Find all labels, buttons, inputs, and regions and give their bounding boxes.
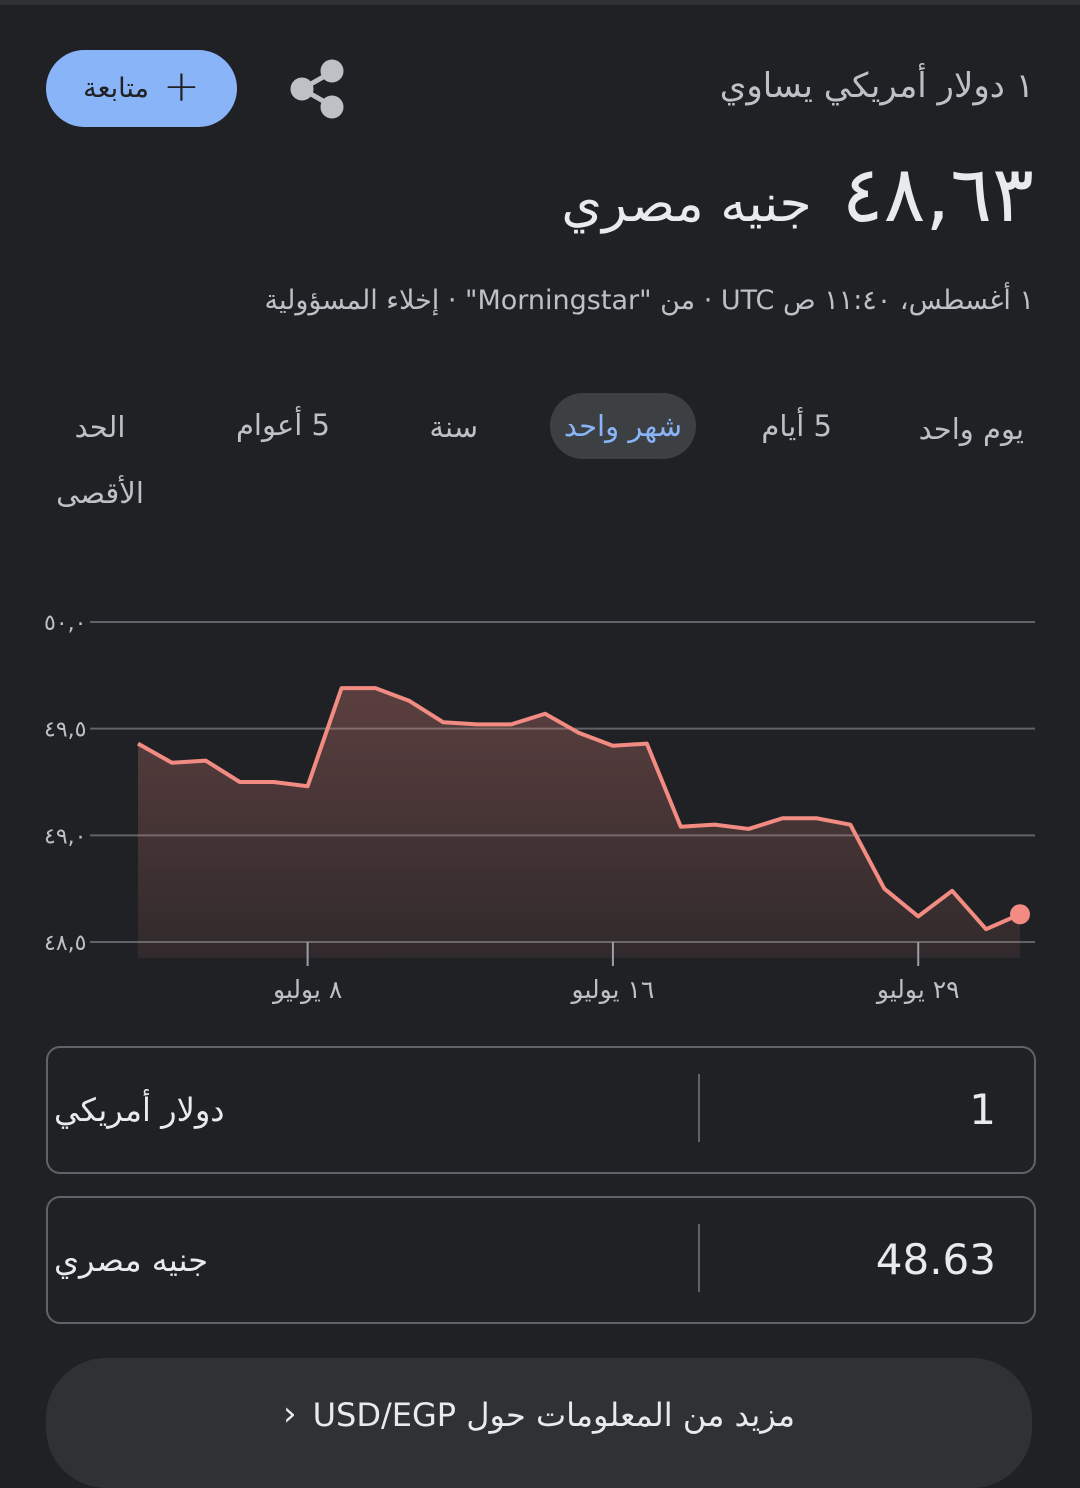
converter-from[interactable]: 1 دولار أمريكي xyxy=(46,1046,1036,1174)
converter-divider xyxy=(698,1224,700,1292)
conversion-label: ١ دولار أمريكي يساوي xyxy=(719,66,1034,106)
from-amount-input[interactable]: 1 xyxy=(969,1048,996,1172)
chart-last-point xyxy=(1010,904,1030,925)
plus-icon: + xyxy=(163,60,200,112)
chevron-left-icon: ‹ xyxy=(282,1394,297,1434)
tab-1m[interactable]: شهر واحد xyxy=(549,393,696,459)
converter-divider xyxy=(698,1074,700,1142)
rate-number: ٤٨,٦٣ xyxy=(841,150,1034,240)
x-tick-label: ١٦ يوليو xyxy=(570,975,655,1004)
x-tick-label: ٨ يوليو xyxy=(271,975,342,1004)
more-info-label: مزيد من المعلومات حول USD/EGP xyxy=(312,1396,796,1434)
follow-label: متابعة xyxy=(83,73,149,104)
y-tick-label: ٤٩,٠ xyxy=(44,824,86,849)
follow-button[interactable]: + متابعة xyxy=(46,50,237,127)
rate-value: ٤٨,٦٣ جنيه مصري xyxy=(561,150,1034,240)
rate-currency: جنيه مصري xyxy=(561,174,812,234)
to-amount-input[interactable]: 48.63 xyxy=(876,1198,996,1322)
from-currency-select[interactable]: دولار أمريكي xyxy=(54,1048,225,1172)
more-info-button[interactable]: مزيد من المعلومات حول USD/EGP ‹ xyxy=(46,1358,1032,1488)
price-chart[interactable]: ٤٨,٥ ٤٩,٠ ٤٩,٥ ٥٠,٠ ٨ يوليو ١٦ يوليو ٢٩ يوليو xyxy=(0,590,1080,1020)
to-currency-select[interactable]: جنيه مصري xyxy=(54,1198,208,1322)
y-tick-label: ٥٠,٠ xyxy=(44,611,86,636)
tab-5d[interactable]: 5 أيام xyxy=(761,393,832,459)
share-icon[interactable] xyxy=(288,58,348,120)
tab-5y[interactable]: 5 أعوام xyxy=(236,392,330,458)
y-tick-label: ٤٨,٥ xyxy=(44,931,86,956)
tab-max[interactable]: الحد الأقصى xyxy=(35,394,165,526)
tab-1y[interactable]: سنة xyxy=(429,394,478,460)
converter-to[interactable]: 48.63 جنيه مصري xyxy=(46,1196,1036,1324)
top-divider xyxy=(0,0,1080,5)
tab-1d[interactable]: يوم واحد xyxy=(919,396,1024,462)
x-tick-label: ٢٩ يوليو xyxy=(875,975,960,1004)
rate-meta: ١ أغسطس، ١١:٤٠ ص UTC · من "Morningstar" … xyxy=(264,285,1034,316)
y-tick-label: ٤٩,٥ xyxy=(44,718,86,743)
